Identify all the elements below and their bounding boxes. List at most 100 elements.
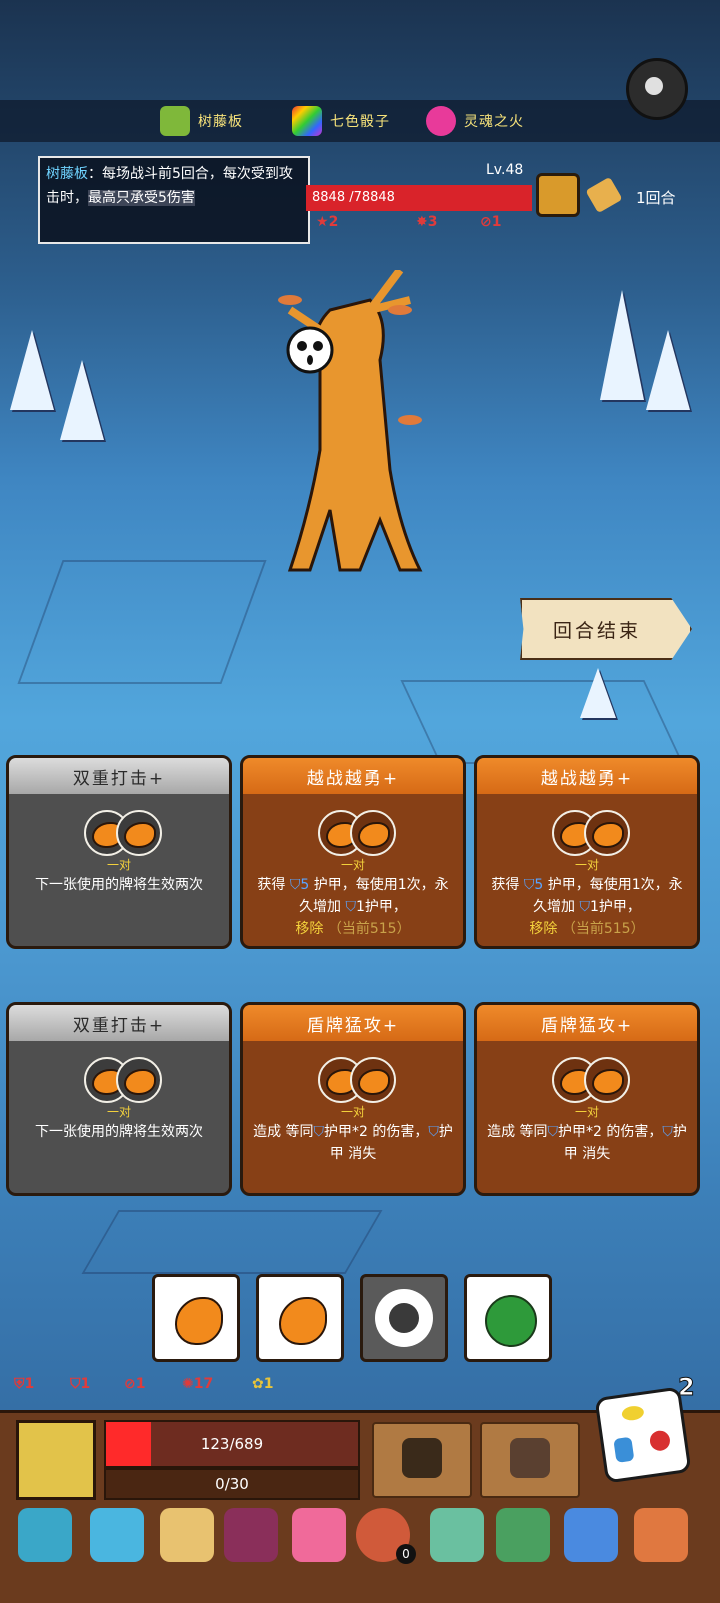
ice-spike: [580, 668, 616, 718]
inventory-armor-icon[interactable]: [224, 1508, 278, 1562]
card-requirement: 一对: [106, 858, 131, 872]
orange-bean-icon: [592, 822, 624, 848]
player-hp-bar: 123/689: [104, 1420, 360, 1468]
dice-orange-bean[interactable]: [152, 1274, 240, 1362]
inventory-mask-icon[interactable]: [18, 1508, 72, 1562]
dice-orange-bean[interactable]: [256, 1274, 344, 1362]
desc-remove: 移除: [529, 921, 558, 937]
enemy-stat-star: ★2: [316, 214, 339, 230]
cherry-icon: [648, 1429, 672, 1452]
desc-remove: 移除: [295, 921, 324, 937]
card-requirement: 一对: [340, 1105, 365, 1119]
ice-spike: [10, 330, 54, 410]
stat-value: 1: [491, 214, 502, 230]
gauntlet-icon: [402, 1438, 442, 1478]
relic-rainbow-dice[interactable]: 七色骰子: [292, 106, 390, 136]
card-double-strike[interactable]: 双重打击+ 一对 下一张使用的牌将生效两次: [6, 755, 232, 949]
dice-slot: 一对: [477, 810, 697, 874]
equipment-shovel-slot[interactable]: [480, 1422, 580, 1498]
relic-tooltip: 树藤板：每场战斗前5回合，每次受到攻击时，最高只承受5伤害: [38, 156, 310, 244]
dice-slot: 一对: [243, 1057, 463, 1121]
shovel-icon: [510, 1438, 550, 1478]
slot-circle: [116, 1057, 162, 1103]
stat-value: 1: [263, 1376, 274, 1392]
ice-crack: [400, 680, 684, 764]
card-brave[interactable]: 越战越勇+ 一对 获得 ⛉5 护甲，每使用1次，永久增加 ⛉1护甲， 移除 （当前…: [240, 755, 466, 949]
card-description: 获得 ⛉5 护甲，每使用1次，永久增加 ⛉1护甲， 移除 （当前515）: [477, 874, 697, 940]
desc-current: （当前515）: [327, 921, 411, 937]
desc-text: 获得: [491, 877, 524, 893]
player-avatar[interactable]: [16, 1420, 96, 1500]
slot-circle: [584, 810, 630, 856]
orange-bean-icon: [124, 1069, 156, 1095]
orange-bean-icon: [124, 822, 156, 848]
round-counter: 1回合: [636, 189, 676, 207]
inventory-egg-icon[interactable]: [292, 1508, 346, 1562]
end-turn-button[interactable]: 回合结束: [520, 598, 692, 660]
slot-circle: [350, 1057, 396, 1103]
watermelon-icon: [485, 1295, 537, 1347]
tooltip-relic-name: 树藤板: [46, 166, 88, 182]
desc-number: 5: [300, 877, 310, 893]
inventory-bird-icon[interactable]: [564, 1508, 618, 1562]
card-shield-bash[interactable]: 盾牌猛攻+ 一对 造成 等同⛉护甲*2 的伤害，⛉护甲 消失: [240, 1002, 466, 1196]
shield-icon: ⛉: [428, 1124, 439, 1140]
dice-slot: 一对: [477, 1057, 697, 1121]
shield-icon: ⛉: [579, 899, 591, 915]
dice-blueberry[interactable]: [360, 1274, 448, 1362]
codex-icon[interactable]: [536, 173, 580, 217]
card-title: 盾牌猛攻+: [243, 1005, 463, 1041]
inventory-meat-icon[interactable]: [634, 1508, 688, 1562]
equipment-gauntlet-slot[interactable]: [372, 1422, 472, 1498]
inventory-gem-icon[interactable]: [90, 1508, 144, 1562]
inventory-horn-icon[interactable]: [160, 1508, 214, 1562]
roll-dice-button[interactable]: [594, 1386, 692, 1484]
relic-vine-board[interactable]: 树藤板: [160, 106, 243, 136]
player-stat-guard: ⛉1: [70, 1376, 91, 1392]
blue-fruit-icon: [613, 1436, 635, 1463]
orange-bean-icon: [358, 1069, 390, 1095]
relic-label: 树藤板: [198, 114, 243, 130]
card-title: 双重打击+: [9, 1005, 229, 1041]
orange-bean-icon: [175, 1297, 223, 1345]
card-title: 越战越勇+: [477, 758, 697, 794]
card-description: 获得 ⛉5 护甲，每使用1次，永久增加 ⛉1护甲， 移除 （当前515）: [243, 874, 463, 940]
ice-spike: [60, 360, 104, 440]
stat-value: 1: [80, 1376, 91, 1392]
settings-gear-icon[interactable]: [626, 58, 688, 120]
dice-slot: 一对: [243, 810, 463, 874]
inventory-crystal-icon[interactable]: [430, 1508, 484, 1562]
enemy-hp-bar: 8848 /78848: [306, 185, 532, 211]
slot-circle: [350, 810, 396, 856]
card-requirement: 一对: [574, 858, 599, 872]
relic-soul-fire[interactable]: 灵魂之火: [426, 106, 524, 136]
ice-crack: [81, 1210, 383, 1274]
player-stat-attack: ⊘1: [124, 1376, 146, 1392]
hp-text: 123/689: [200, 1435, 264, 1453]
stat-value: 2: [328, 214, 339, 230]
orange-bean-icon: [592, 1069, 624, 1095]
hp-fill: [106, 1422, 152, 1466]
relic-label: 七色骰子: [330, 114, 390, 130]
dice-slot: 一对: [9, 810, 229, 874]
slot-circle: [584, 1057, 630, 1103]
card-shield-bash[interactable]: 盾牌猛攻+ 一对 造成 等同⛉护甲*2 的伤害，⛉护甲 消失: [474, 1002, 700, 1196]
desc-text: 获得: [257, 877, 290, 893]
shield-icon: ⛉: [547, 1124, 559, 1140]
stat-value: 1: [24, 1376, 35, 1392]
desc-text: 造成 等同: [253, 1124, 314, 1140]
card-double-strike[interactable]: 双重打击+ 一对 下一张使用的牌将生效两次: [6, 1002, 232, 1196]
slot-circle: [116, 810, 162, 856]
desc-current: （当前515）: [561, 921, 645, 937]
orange-bean-icon: [279, 1297, 327, 1345]
inventory-leaf-icon[interactable]: [496, 1508, 550, 1562]
card-requirement: 一对: [574, 1105, 599, 1119]
tree-monster[interactable]: [250, 270, 450, 590]
dice-watermelon[interactable]: [464, 1274, 552, 1362]
card-requirement: 一对: [106, 1105, 131, 1119]
card-brave[interactable]: 越战越勇+ 一对 获得 ⛉5 护甲，每使用1次，永久增加 ⛉1护甲， 移除 （当前…: [474, 755, 700, 949]
ice-spike: [646, 330, 690, 410]
desc-text: 护甲*2 的伤害，: [324, 1124, 429, 1140]
stat-value: 17: [193, 1376, 214, 1392]
lemon-icon: [621, 1404, 645, 1422]
